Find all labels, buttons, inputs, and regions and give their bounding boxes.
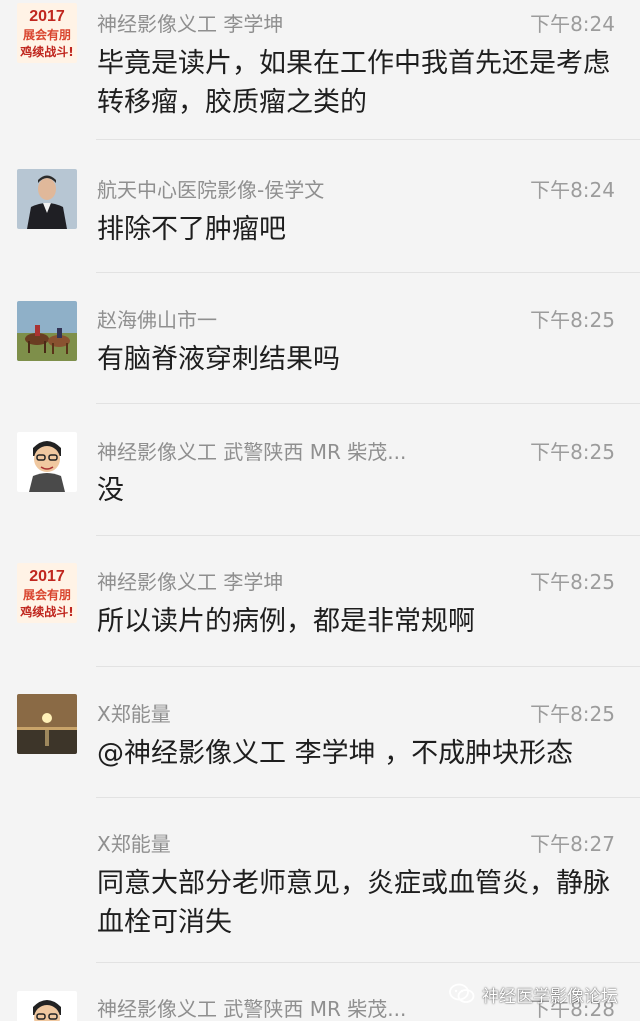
watermark: 神经医学影像论坛: [449, 981, 618, 1007]
badge-year-text: 2017: [29, 8, 65, 25]
sender-name: 神经影像义工 武警陕西 MR 柴茂...: [97, 440, 407, 464]
chat-message: 2017 展会有朋 鸡续战斗! 神经影像义工 李学坤 下午8:25 所以读片的病…: [0, 536, 640, 667]
sender-name: 神经影像义工 李学坤: [97, 570, 284, 594]
badge-year-text: 2017: [29, 568, 65, 585]
badge-line1-text: 展会有朋: [23, 587, 71, 602]
message-time: 下午8:24: [530, 12, 615, 36]
sender-name: 航天中心医院影像-侯学文: [97, 178, 325, 202]
message-text: 同意大部分老师意见，炎症或血管炎，静脉血栓可消失: [97, 868, 610, 938]
sender-name: 神经影像义工 李学坤: [97, 12, 284, 36]
badge-2017-avatar[interactable]: 2017 展会有朋 鸡续战斗!: [17, 3, 77, 63]
message-text: 有脑脊液穿刺结果吗: [97, 344, 340, 375]
chat-message: 神经影像义工 武警陕西 MR 柴茂... 下午8:25 没: [0, 404, 640, 536]
message-time: 下午8:25: [530, 570, 615, 594]
sunset-avatar[interactable]: [17, 694, 77, 754]
chat-message: 2017 展会有朋 鸡续战斗! 神经影像义工 李学坤 下午8:24 毕竟是读片，…: [0, 0, 640, 140]
man-in-suit-avatar[interactable]: [17, 169, 77, 229]
horse-riders-avatar[interactable]: [17, 301, 77, 361]
message-text: 排除不了肿瘤吧: [97, 214, 286, 245]
message-text: 毕竟是读片，如果在工作中我首先还是考虑转移瘤，胶质瘤之类的: [97, 48, 610, 118]
cartoon-man-avatar[interactable]: [17, 432, 77, 492]
sender-name: X郑能量: [97, 702, 171, 726]
badge-line1-text: 展会有朋: [23, 27, 71, 42]
message-text: @神经影像义工 李学坤 ，不成肿块形态: [97, 738, 574, 769]
chat-message: X郑能量 下午8:27 同意大部分老师意见，炎症或血管炎，静脉血栓可消失: [0, 798, 640, 963]
chat-message: X郑能量 下午8:25 @神经影像义工 李学坤 ，不成肿块形态: [0, 667, 640, 798]
wechat-icon: [449, 983, 475, 1003]
cartoon-man-avatar[interactable]: [17, 991, 77, 1021]
message-time: 下午8:25: [530, 308, 615, 332]
chat-message: 赵海佛山市一 下午8:25 有脑脊液穿刺结果吗: [0, 273, 640, 404]
message-text: 所以读片的病例，都是非常规啊: [97, 606, 475, 637]
message-time: 下午8:25: [530, 440, 615, 464]
sender-name: 神经影像义工 武警陕西 MR 柴茂...: [97, 997, 407, 1021]
sender-name: X郑能量: [97, 832, 171, 856]
watermark-text: 神经医学影像论坛: [482, 986, 618, 1007]
badge-line2-text: 鸡续战斗!: [19, 44, 73, 59]
chat-message: 航天中心医院影像-侯学文 下午8:24 排除不了肿瘤吧: [0, 140, 640, 273]
badge-line2-text: 鸡续战斗!: [19, 604, 73, 619]
badge-2017-avatar[interactable]: 2017 展会有朋 鸡续战斗!: [17, 563, 77, 623]
message-text: 没: [97, 475, 124, 506]
sender-name: 赵海佛山市一: [97, 308, 217, 332]
message-time: 下午8:27: [530, 832, 615, 856]
message-time: 下午8:24: [530, 178, 615, 202]
message-time: 下午8:25: [530, 702, 615, 726]
